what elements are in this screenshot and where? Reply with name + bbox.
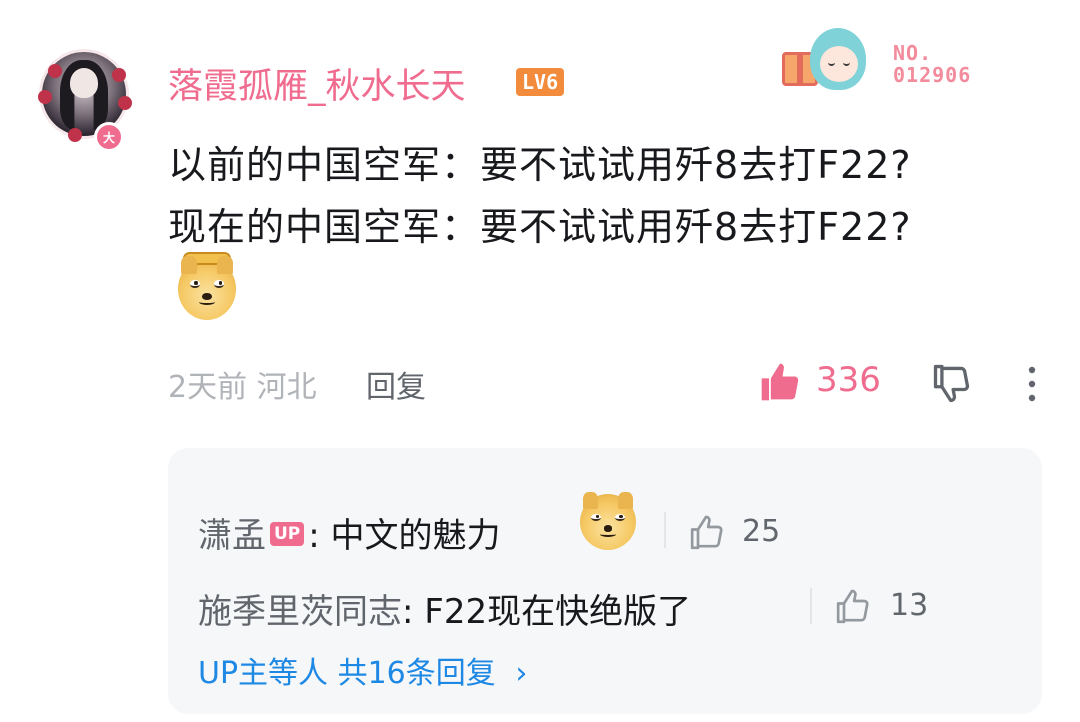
comment-time: 2天前 bbox=[168, 370, 248, 405]
comment-card: 大 落霞孤雁_秋水长天 LV6 NO. 012906 以前的中国空军：要不试试用… bbox=[0, 0, 1080, 722]
sub-reply-like-count: 13 bbox=[890, 588, 929, 623]
sub-reply-like-count: 25 bbox=[742, 514, 781, 549]
avatar-vip-badge: 大 bbox=[94, 122, 124, 152]
doge-emoji bbox=[580, 491, 636, 550]
fan-number-label: NO. 012906 bbox=[893, 42, 971, 86]
username[interactable]: 落霞孤雁_秋水长天 bbox=[168, 58, 466, 109]
sub-reply-text: F22现在快绝版了 bbox=[424, 592, 692, 632]
reply-button[interactable]: 回复 bbox=[366, 362, 426, 406]
fan-decoration-image bbox=[780, 22, 870, 102]
comment-meta: 2天前 河北 bbox=[168, 362, 317, 406]
up-badge: UP bbox=[270, 521, 305, 546]
thumbs-up-icon[interactable] bbox=[688, 512, 728, 552]
sub-reply-separator: : bbox=[308, 516, 320, 556]
fan-number: 012906 bbox=[893, 63, 972, 87]
view-all-replies-link[interactable]: UP主等人 共16条回复 › bbox=[198, 648, 527, 692]
sub-reply-text: 中文的魅力 bbox=[330, 516, 501, 556]
sub-reply-item[interactable]: 施季里茨同志: F22现在快绝版了 bbox=[198, 584, 691, 633]
more-vertical-icon[interactable] bbox=[1024, 364, 1040, 404]
view-all-replies-label: UP主等人 共16条回复 bbox=[198, 656, 496, 691]
level-badge: LV6 bbox=[516, 68, 565, 96]
doge-emoji bbox=[178, 251, 236, 320]
avatar[interactable]: 大 bbox=[38, 48, 132, 152]
sub-reply-author[interactable]: 潇孟 bbox=[198, 516, 266, 556]
comment-text-line-2: 现在的中国空军：要不试试用歼8去打F22? bbox=[168, 205, 912, 249]
comment-text-line-1: 以前的中国空军：要不试试用歼8去打F22? bbox=[168, 143, 912, 187]
comment-location: 河北 bbox=[256, 370, 317, 405]
thumbs-up-icon[interactable] bbox=[758, 360, 802, 404]
sub-reply-item[interactable]: 潇孟 UP: 中文的魅力 bbox=[198, 508, 501, 557]
chevron-right-icon: › bbox=[515, 656, 528, 691]
fan-number-prefix: NO. bbox=[893, 41, 933, 65]
divider bbox=[664, 512, 666, 548]
like-count: 336 bbox=[816, 360, 881, 400]
sub-reply-author[interactable]: 施季里茨同志 bbox=[198, 592, 402, 632]
thumbs-up-icon[interactable] bbox=[834, 586, 874, 626]
sub-reply-separator: : bbox=[402, 592, 414, 632]
thumbs-down-icon[interactable] bbox=[930, 362, 974, 406]
divider bbox=[810, 588, 812, 624]
